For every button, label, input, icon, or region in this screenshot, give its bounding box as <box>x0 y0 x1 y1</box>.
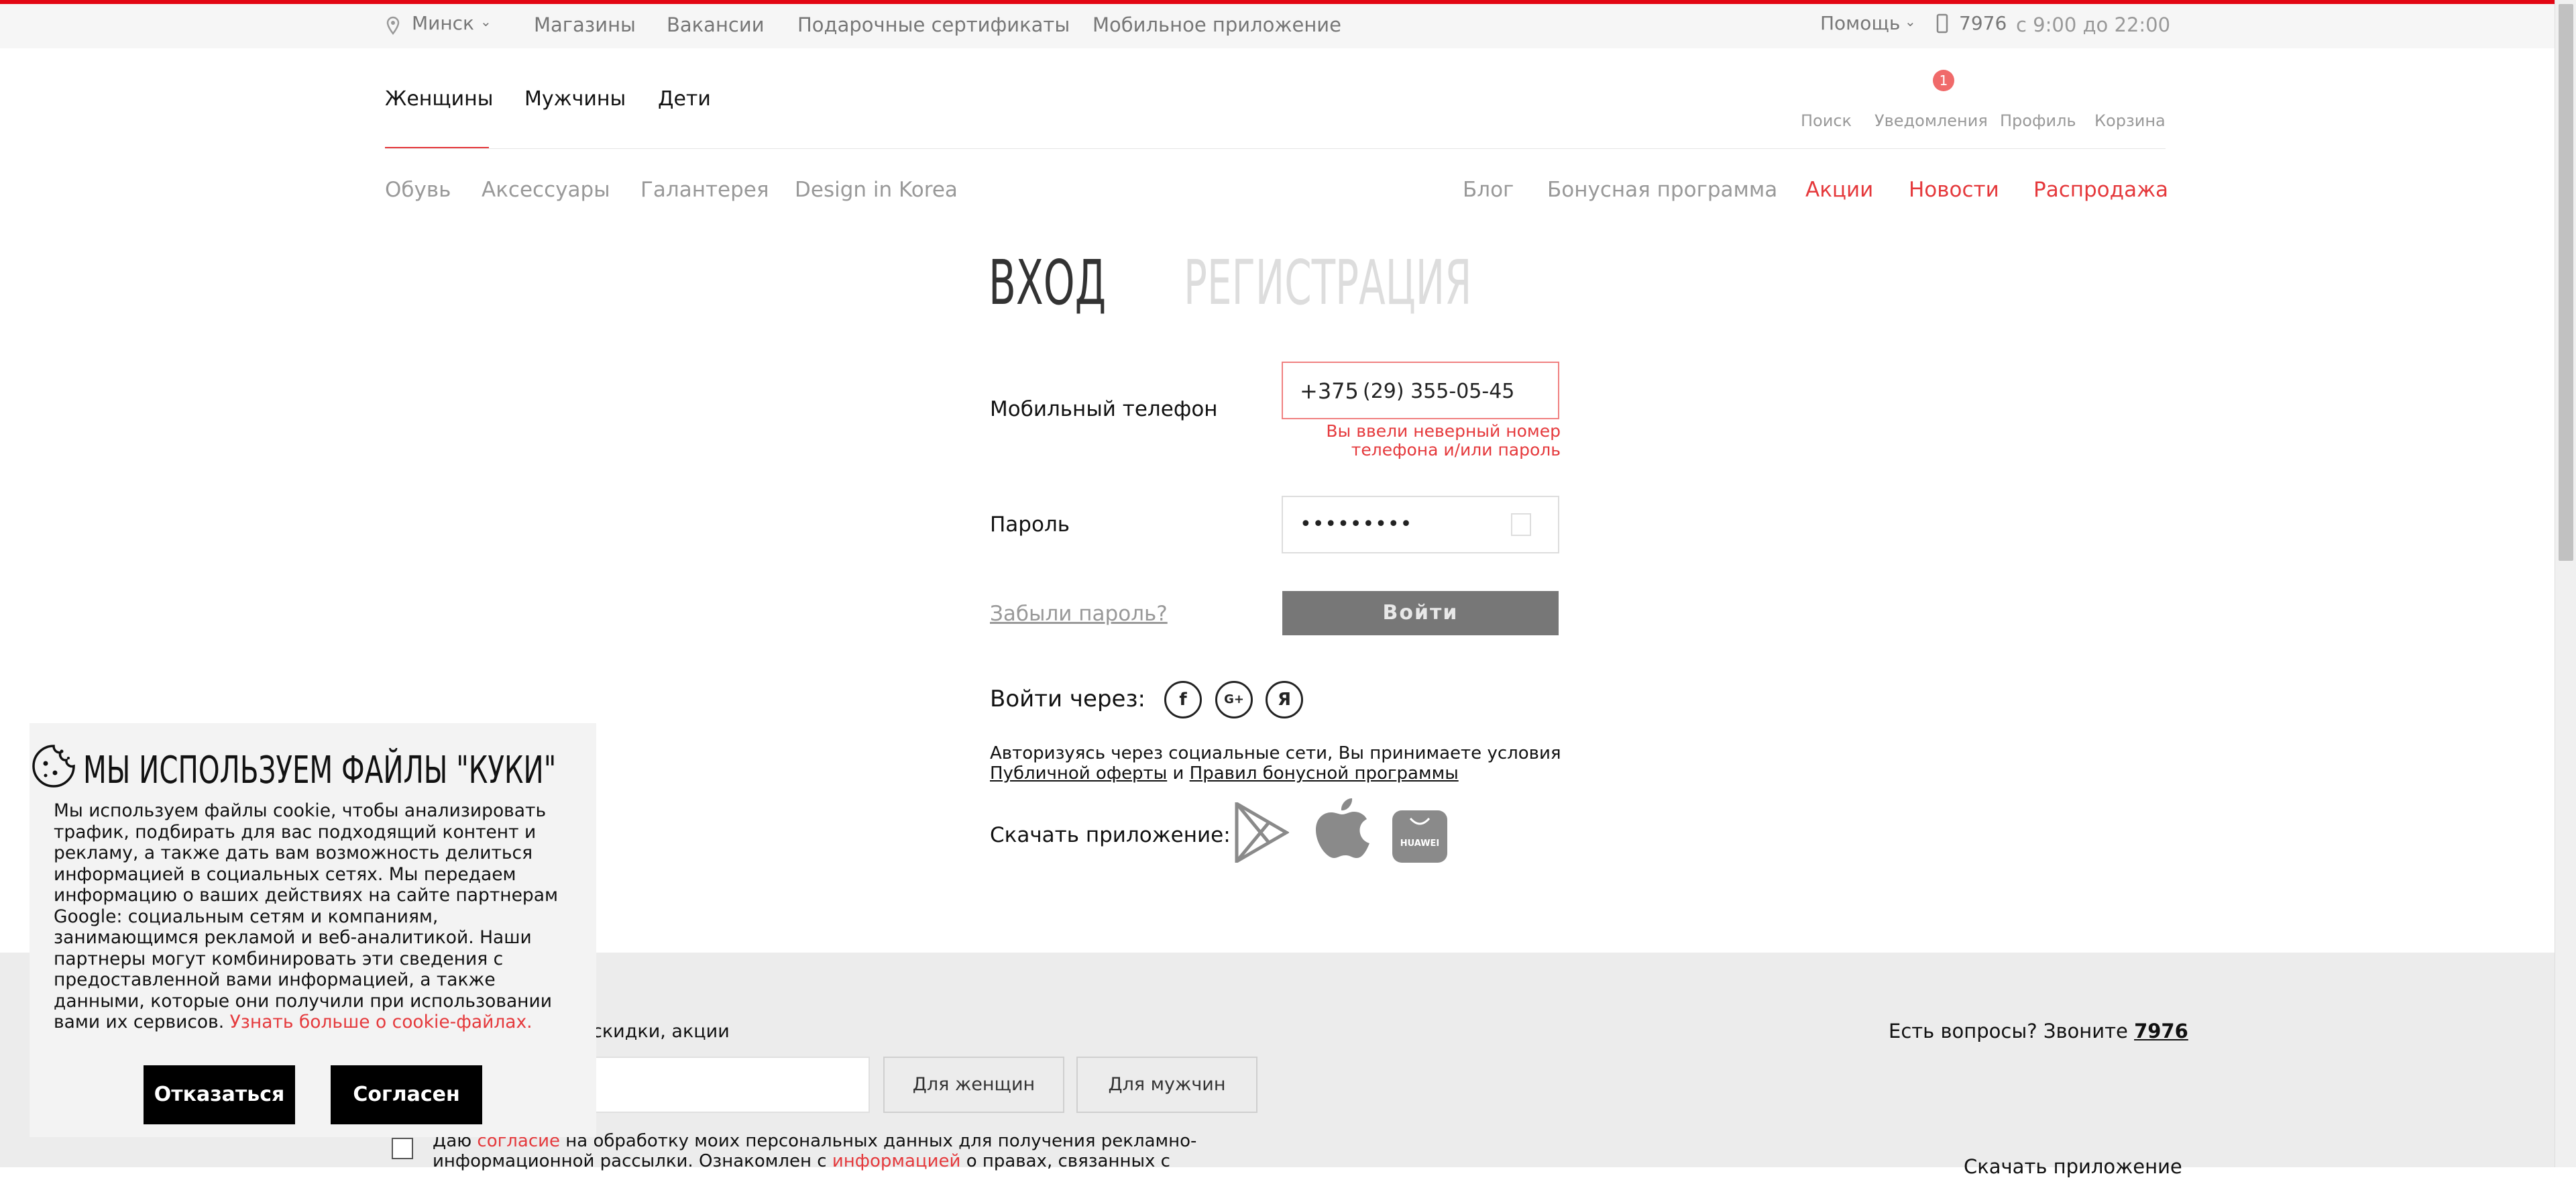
cookie-last-text: вами их сервисов. <box>54 1012 225 1032</box>
notifications-link[interactable]: Уведомления <box>1874 111 1988 130</box>
help-menu[interactable]: Помощь <box>1820 12 1900 34</box>
cookie-text-line: рекламу, а также дать вам возможность де… <box>54 843 533 863</box>
footer-download-app: Скачать приложение <box>1964 1155 2182 1178</box>
consent-line2-b: о правах, связанных с <box>966 1151 1170 1171</box>
chevron-down-icon: ⌄ <box>480 13 492 30</box>
topbar-link-vacancies[interactable]: Вакансии <box>667 13 765 36</box>
topbar-phone[interactable]: 7976 <box>1959 12 2007 34</box>
cookie-text-line: данными, которые они получили при исполь… <box>54 990 552 1012</box>
subscribe-women-button[interactable]: Для женщин <box>883 1057 1064 1113</box>
link-bonus-program[interactable]: Бонусная программа <box>1547 178 1777 202</box>
tab-login[interactable]: ВХОД <box>989 247 1106 319</box>
scrollbar-thumb[interactable] <box>2559 4 2573 561</box>
tab-register[interactable]: РЕГИСТРАЦИЯ <box>1184 247 1471 319</box>
terms-text: Авторизуясь через социальные сети, Вы пр… <box>990 743 1561 763</box>
nav-kids[interactable]: Дети <box>658 87 711 111</box>
bonus-rules-link[interactable]: Правил бонусной программы <box>1190 763 1459 784</box>
huawei-label: HUAWEI <box>1400 839 1440 849</box>
category-design-in-korea[interactable]: Design in Korea <box>795 178 958 202</box>
chevron-down-icon: ⌄ <box>1905 13 1916 30</box>
social-login-label: Войти через: <box>990 686 1145 712</box>
cookie-text-last-line: вами их сервисов. Узнать больше о cookie… <box>54 1012 558 1033</box>
error-message: Вы ввели неверный номер <box>1326 421 1561 441</box>
topbar-link-gift-cards[interactable]: Подарочные сертификаты <box>797 13 1070 36</box>
category-accessories[interactable]: Аксессуары <box>482 178 610 202</box>
working-hours: с 9:00 до 22:00 <box>2016 13 2171 36</box>
cookie-title: МЫ ИСПОЛЬЗУЕМ ФАЙЛЫ "КУКИ" <box>83 749 557 792</box>
consent-checkbox[interactable] <box>392 1138 413 1159</box>
notification-badge: 1 <box>1933 70 1954 91</box>
show-password-toggle[interactable] <box>1511 513 1531 536</box>
phone-label: Мобильный телефон <box>990 397 1218 421</box>
link-blog[interactable]: Блог <box>1463 178 1514 202</box>
subscribe-email-input[interactable] <box>577 1057 870 1113</box>
cookie-text-line: информацией в социальных сетях. Мы перед… <box>54 863 516 885</box>
search-link[interactable]: Поиск <box>1801 111 1852 130</box>
subscribe-men-button[interactable]: Для мужчин <box>1076 1057 1257 1113</box>
nav-men[interactable]: Мужчины <box>524 87 626 111</box>
facebook-icon[interactable]: f <box>1164 681 1202 718</box>
consent-line2-a: информационной рассылки. Ознакомлен с <box>433 1151 827 1171</box>
forgot-password-link[interactable]: Забыли пароль? <box>990 602 1168 626</box>
login-button[interactable]: Войти <box>1282 591 1559 635</box>
shopping-bag-icon <box>1409 817 1431 825</box>
terms-and: и <box>1167 763 1190 784</box>
mobile-phone-icon <box>1936 13 1948 34</box>
yandex-icon[interactable]: Я <box>1266 681 1303 718</box>
phone-value: (29) 355-05-45 <box>1363 380 1515 403</box>
password-label: Пароль <box>990 513 1070 537</box>
cookie-learn-more-link[interactable]: Узнать больше о cookie-файлах. <box>230 1012 533 1032</box>
huawei-appgallery-icon[interactable]: HUAWEI <box>1392 810 1447 863</box>
topbar-link-stores[interactable]: Магазины <box>534 13 636 36</box>
google-play-icon[interactable] <box>1234 802 1289 863</box>
cookie-accept-button[interactable]: Согласен <box>331 1065 482 1124</box>
questions-label: Есть вопросы? Звоните <box>1889 1020 2128 1042</box>
link-news[interactable]: Новости <box>1909 178 1999 202</box>
cookie-text-line: трафик, подбирать для вас подходящий кон… <box>54 821 537 843</box>
nav-women[interactable]: Женщины <box>385 87 493 111</box>
apple-icon[interactable] <box>1313 796 1371 863</box>
location-pin-icon <box>386 16 400 35</box>
cookie-text-line: Мы используем файлы cookie, чтобы анализ… <box>54 800 547 821</box>
questions-text: Есть вопросы? Звоните 7976 <box>1889 1020 2188 1042</box>
google-plus-icon[interactable]: G+ <box>1215 681 1253 718</box>
cookie-text-line: предоставленной вами информацией, а такж… <box>54 969 496 990</box>
page-scrollbar[interactable] <box>2555 0 2576 1167</box>
footer-phone[interactable]: 7976 <box>2134 1020 2188 1042</box>
cookie-icon <box>32 745 75 788</box>
cookie-text-line: информацию о ваших действиях на сайте па… <box>54 885 558 906</box>
consent-text-line2: информационной рассылки. Ознакомлен с ин… <box>433 1151 1170 1171</box>
cookie-decline-button[interactable]: Отказаться <box>144 1065 295 1124</box>
public-offer-link[interactable]: Публичной оферты <box>990 763 1167 784</box>
topbar-link-mobile-app[interactable]: Мобильное приложение <box>1093 13 1341 36</box>
cookie-text-line: Google: социальным сетям и компаниям, <box>54 906 439 927</box>
cart-link[interactable]: Корзина <box>2094 111 2166 130</box>
city-selector[interactable]: Минск <box>412 12 474 34</box>
download-app-label: Скачать приложение: <box>990 823 1231 847</box>
password-value: ••••••••• <box>1300 513 1413 536</box>
error-message-line2: телефона и/или пароль <box>1351 440 1561 460</box>
terms-line2: Публичной оферты и Правил бонусной прогр… <box>990 763 1459 784</box>
category-shoes[interactable]: Обувь <box>385 178 451 202</box>
rights-info-link[interactable]: информацией <box>832 1151 961 1171</box>
link-sale[interactable]: Распродажа <box>2033 178 2168 202</box>
link-promotions[interactable]: Акции <box>1805 178 1873 202</box>
cookie-text-line: занимающимся рекламой и веб-аналитикой. … <box>54 927 532 948</box>
consent-rest: на обработку моих персональных данных дл… <box>565 1131 1197 1151</box>
phone-prefix: +375 <box>1300 378 1359 404</box>
category-haberdashery[interactable]: Галантерея <box>640 178 769 202</box>
cookie-text: Мы используем файлы cookie, чтобы анализ… <box>54 800 558 1033</box>
nav-divider <box>385 148 2166 149</box>
profile-link[interactable]: Профиль <box>2000 111 2076 130</box>
cookie-text-line: партнеры могут комбинировать эти сведени… <box>54 948 504 969</box>
